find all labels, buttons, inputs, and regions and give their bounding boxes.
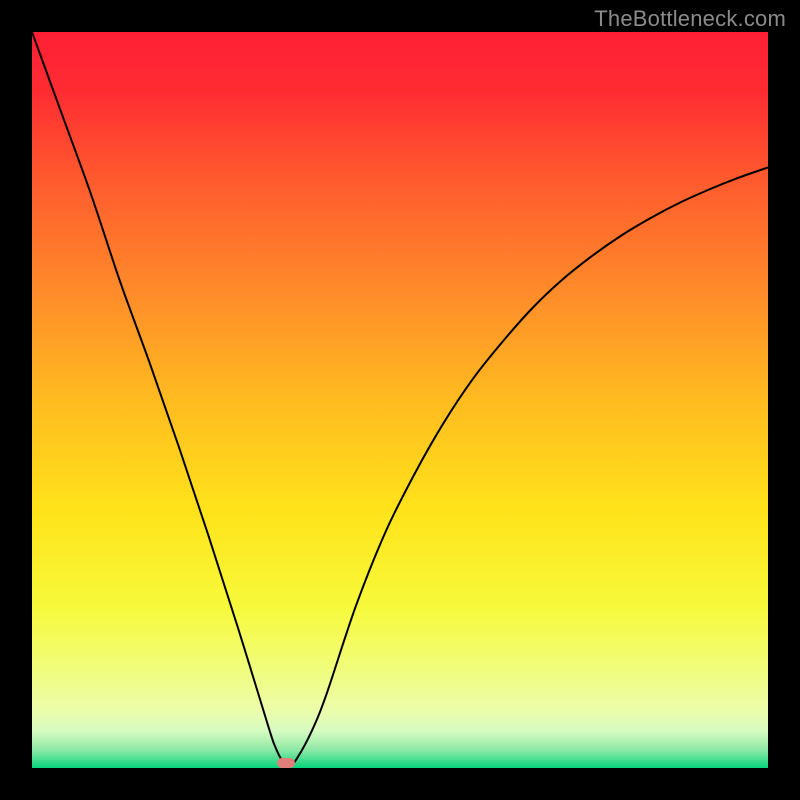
chart-container: TheBottleneck.com [0,0,800,800]
optimum-marker [277,758,295,768]
watermark-text: TheBottleneck.com [594,6,786,32]
curve-layer [32,32,768,768]
plot-area [32,32,768,768]
curve-line [32,32,768,766]
